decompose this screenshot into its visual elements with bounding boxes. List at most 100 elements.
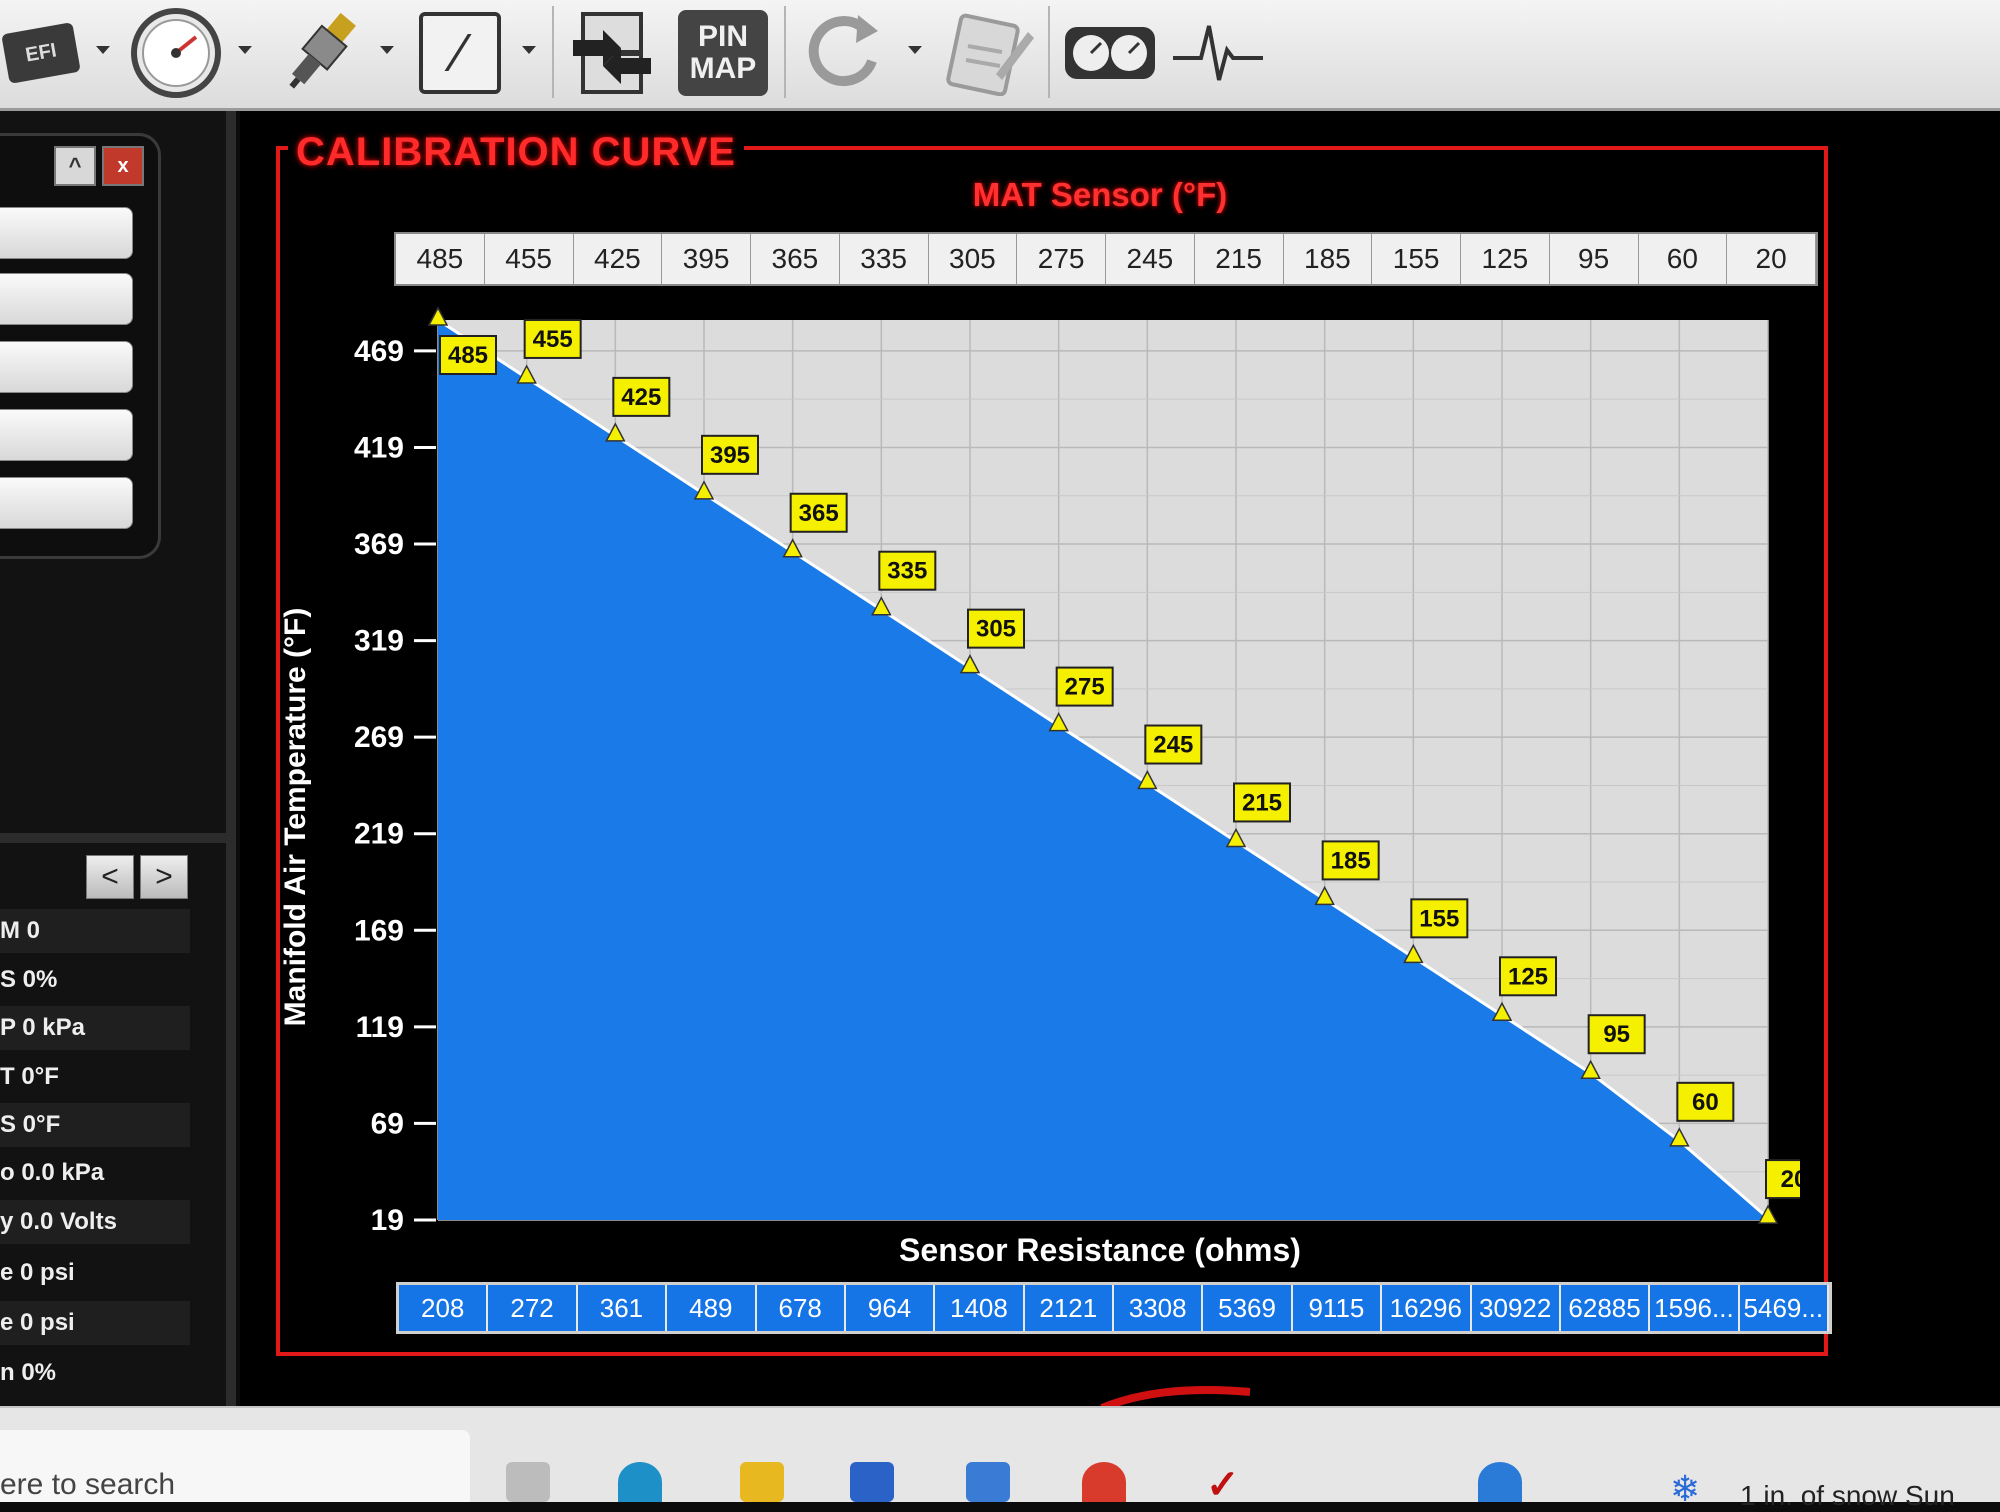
input-field-3[interactable]	[0, 341, 133, 393]
point-label: 20	[1781, 1166, 1800, 1193]
chevron-right-icon: >	[155, 860, 173, 893]
temperature-cell[interactable]: 245	[1106, 234, 1195, 284]
section-divider	[0, 833, 228, 843]
percent-button[interactable]: ⁄	[414, 10, 506, 96]
refresh-button[interactable]	[798, 10, 890, 96]
chrome-icon[interactable]	[1082, 1462, 1126, 1502]
point-label: 305	[976, 616, 1016, 643]
point-label: 95	[1603, 1021, 1630, 1048]
task-view-icon[interactable]	[506, 1462, 550, 1502]
resistance-cell[interactable]: 964	[846, 1285, 936, 1331]
taskbar: ere to search ✓ ❄ 1 in. of snow Sun	[0, 1406, 2000, 1511]
calibration-chart[interactable]: 469 419 369 319 269 219 169 119 69 19 485 455 425 395…	[260, 300, 1800, 1240]
point-label: 245	[1153, 732, 1193, 759]
temperature-cell[interactable]: 155	[1372, 234, 1461, 284]
percent-icon: ⁄	[419, 12, 501, 94]
y-tick-label: 69	[371, 1107, 404, 1140]
resistance-cell[interactable]: 1596...	[1650, 1285, 1740, 1331]
mail-icon[interactable]	[966, 1462, 1010, 1502]
input-field-2[interactable]	[0, 273, 133, 325]
resistance-cell[interactable]: 9115	[1293, 1285, 1383, 1331]
input-field-5[interactable]	[0, 477, 133, 529]
snowflake-icon: ❄	[1670, 1468, 1701, 1509]
temperature-cell[interactable]: 275	[1017, 234, 1106, 284]
temperature-cell[interactable]: 485	[396, 234, 485, 284]
y-tick-label: 269	[354, 721, 404, 754]
temperature-cell[interactable]: 395	[662, 234, 751, 284]
y-tick-label: 19	[371, 1204, 404, 1237]
help-icon[interactable]	[1478, 1462, 1522, 1502]
resistance-cell[interactable]: 361	[578, 1285, 668, 1331]
resistance-cell[interactable]: 5469...	[1740, 1285, 1829, 1331]
resistance-cell[interactable]: 1408	[935, 1285, 1025, 1331]
search-placeholder: ere to search	[0, 1468, 176, 1501]
resistance-cell[interactable]: 62885	[1561, 1285, 1651, 1331]
pin-map-line2: MAP	[689, 52, 757, 85]
dashboard-button[interactable]	[1062, 10, 1158, 96]
gauge-readout: e 0 psi	[0, 1301, 190, 1345]
temperature-cell[interactable]: 455	[485, 234, 574, 284]
input-field-4[interactable]	[0, 409, 133, 461]
efi-logo-icon: EFI	[1, 22, 81, 84]
file-explorer-icon[interactable]	[740, 1462, 784, 1502]
transfer-button[interactable]	[566, 10, 658, 96]
collapse-button[interactable]: ^	[54, 146, 96, 186]
sensor-dropdown-arrow-icon[interactable]	[380, 46, 394, 54]
temperature-cell[interactable]: 335	[840, 234, 929, 284]
temperature-cell[interactable]: 215	[1195, 234, 1284, 284]
toolbar-separator	[1048, 6, 1050, 98]
gauge-readout: S 0%	[0, 958, 190, 1002]
gauge-value: S 0%	[0, 966, 58, 993]
efi-logo-button[interactable]: EFI	[0, 10, 82, 96]
dual-gauge-icon	[1065, 27, 1155, 79]
point-label: 425	[621, 384, 661, 411]
gauge-dropdown-arrow-icon[interactable]	[238, 46, 252, 54]
clipboard-edit-icon	[946, 13, 1034, 96]
nav-next-button[interactable]: >	[140, 855, 188, 899]
gauge-readout: o 0.0 kPa	[0, 1151, 190, 1195]
temperature-cell[interactable]: 365	[751, 234, 840, 284]
point-label: 335	[887, 558, 927, 585]
nav-prev-button[interactable]: <	[86, 855, 134, 899]
notes-button[interactable]	[938, 10, 1038, 96]
temperature-cell[interactable]: 425	[574, 234, 663, 284]
input-field-1[interactable]	[0, 207, 133, 259]
sensor-button[interactable]	[266, 10, 374, 96]
chevron-up-icon: ^	[68, 153, 82, 178]
resistance-cell[interactable]: 5369	[1203, 1285, 1293, 1331]
temperature-cell[interactable]: 95	[1550, 234, 1639, 284]
pin-map-button[interactable]: PIN MAP	[676, 10, 770, 96]
toolbar: EFI ⁄ PIN MAP	[0, 0, 2000, 111]
temperature-cell[interactable]: 125	[1461, 234, 1550, 284]
resistance-cell[interactable]: 2121	[1025, 1285, 1114, 1331]
toolbar-separator	[784, 6, 786, 98]
temperature-cell[interactable]: 60	[1639, 234, 1728, 284]
resistance-cell[interactable]: 16296	[1382, 1285, 1472, 1331]
curve-point-marker	[427, 306, 449, 326]
close-button[interactable]: x	[102, 146, 144, 186]
temperature-cell[interactable]: 185	[1284, 234, 1373, 284]
taskbar-search-box[interactable]: ere to search	[0, 1430, 470, 1502]
gauge-button[interactable]	[128, 8, 224, 98]
efi-dropdown-arrow-icon[interactable]	[96, 46, 110, 54]
resistance-cell[interactable]: 678	[757, 1285, 846, 1331]
refresh-dropdown-arrow-icon[interactable]	[908, 46, 922, 54]
resistance-cell[interactable]: 208	[399, 1285, 489, 1331]
temperature-cell[interactable]: 20	[1727, 234, 1816, 284]
resistance-cell[interactable]: 272	[488, 1285, 578, 1331]
gauge-icon	[131, 8, 221, 98]
point-label: 60	[1692, 1089, 1719, 1116]
app-logo-icon[interactable]: ✓	[1206, 1462, 1250, 1507]
pin-map-line1: PIN	[697, 20, 748, 53]
resistance-cell[interactable]: 489	[667, 1285, 757, 1331]
resistance-cell[interactable]: 3308	[1114, 1285, 1204, 1331]
weather-widget[interactable]: 1 in. of snow Sun	[1740, 1480, 1955, 1512]
panel-title: CALIBRATION CURVE	[288, 130, 744, 175]
percent-dropdown-arrow-icon[interactable]	[522, 46, 536, 54]
edge-browser-icon[interactable]	[618, 1462, 662, 1502]
store-icon[interactable]	[850, 1462, 894, 1502]
resistance-cell[interactable]: 30922	[1472, 1285, 1561, 1331]
datalog-button[interactable]	[1170, 10, 1266, 96]
panel-splitter[interactable]	[226, 111, 236, 1406]
temperature-cell[interactable]: 305	[929, 234, 1018, 284]
